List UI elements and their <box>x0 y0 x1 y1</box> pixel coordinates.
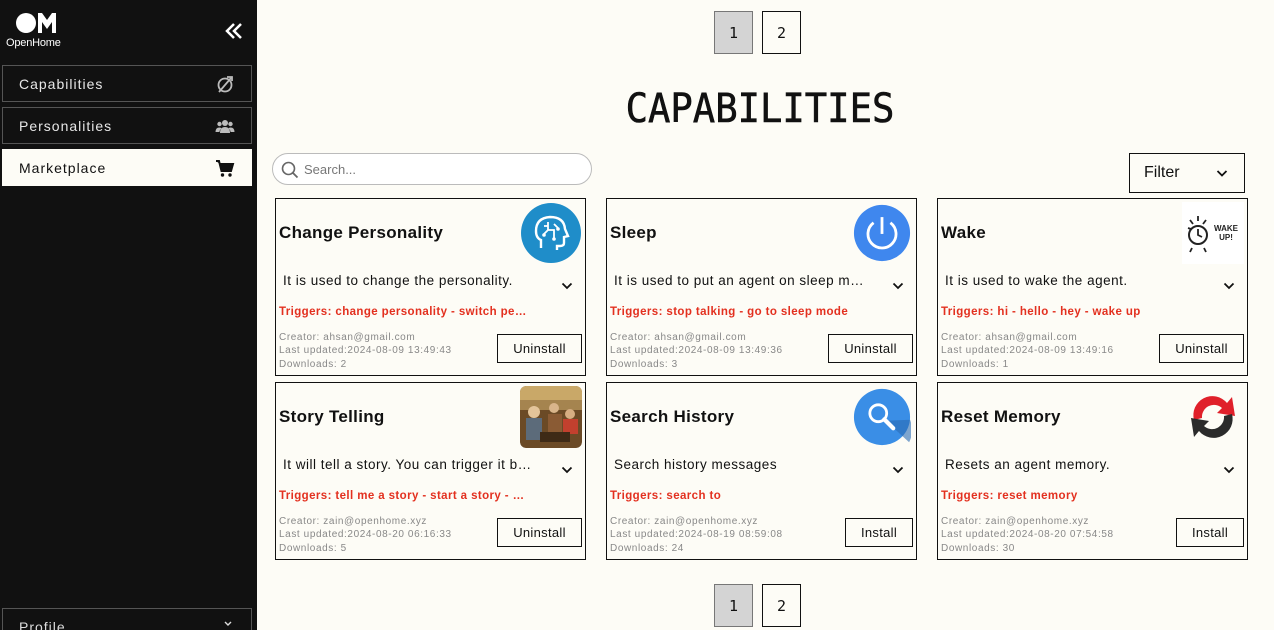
install-button[interactable]: Install <box>845 518 913 547</box>
page-button-2[interactable]: 2 <box>762 11 801 54</box>
card-description: Resets an agent memory. <box>945 457 1111 472</box>
install-button[interactable]: Install <box>1176 518 1244 547</box>
logo-text: OpenHome <box>6 37 61 49</box>
card-triggers: Triggers: tell me a story - start a stor… <box>279 490 529 502</box>
page-title-text: CAPABILITIES <box>625 86 895 133</box>
card-updated: Last updated:2024-08-20 07:54:58 <box>941 529 1114 540</box>
pagination-top: 1 2 <box>714 11 801 54</box>
card-title: Sleep <box>610 223 657 242</box>
filter-dropdown[interactable]: Filter <box>1129 153 1245 193</box>
openhome-logo-mark <box>16 13 56 33</box>
users-icon <box>215 120 235 133</box>
ai-head-icon <box>521 203 581 263</box>
card-updated: Last updated:2024-08-09 13:49:16 <box>941 345 1114 356</box>
sidebar-item-marketplace[interactable]: Marketplace <box>2 149 252 186</box>
card-downloads: Downloads: 24 <box>610 543 684 554</box>
card-updated: Last updated:2024-08-19 08:59:08 <box>610 529 783 540</box>
card-creator: Creator: zain@openhome.xyz <box>610 516 759 527</box>
page-button-1[interactable]: 1 <box>714 584 753 627</box>
card-description: It is used to change the personality. <box>283 273 513 288</box>
card-downloads: Downloads: 2 <box>279 359 347 370</box>
capability-card: Reset Memory Resets an agent memory. Tri… <box>937 382 1248 560</box>
card-creator: Creator: zain@openhome.xyz <box>279 516 428 527</box>
chevron-down-icon <box>1216 170 1228 177</box>
card-downloads: Downloads: 1 <box>941 359 1009 370</box>
sidebar-item-capabilities[interactable]: Capabilities <box>2 65 252 102</box>
chevron-down-icon[interactable] <box>561 465 573 475</box>
search-input[interactable] <box>304 159 579 179</box>
card-creator: Creator: ahsan@gmail.com <box>941 332 1078 343</box>
card-triggers: Triggers: hi - hello - hey - wake up <box>941 306 1141 318</box>
collapse-sidebar-icon[interactable] <box>222 20 246 42</box>
chevron-down-icon[interactable] <box>561 281 573 291</box>
card-title: Story Telling <box>279 407 385 426</box>
wake-up-icon: WAKE UP! <box>1182 202 1244 264</box>
pagination-bottom: 1 2 <box>714 584 801 627</box>
page-title: CAPABILITIES <box>574 86 946 133</box>
card-updated: Last updated:2024-08-09 13:49:36 <box>610 345 783 356</box>
card-downloads: Downloads: 3 <box>610 359 678 370</box>
reset-icon <box>1191 396 1235 438</box>
page-button-2[interactable]: 2 <box>762 584 801 627</box>
chevron-down-icon <box>224 621 232 626</box>
capability-card: Search History Search history messages T… <box>606 382 917 560</box>
chevron-down-icon[interactable] <box>892 281 904 291</box>
card-description: It is used to wake the agent. <box>945 273 1128 288</box>
search-bar <box>272 153 592 185</box>
page-button-1[interactable]: 1 <box>714 11 753 54</box>
sidebar-item-label: Personalities <box>19 117 113 134</box>
capabilities-icon <box>217 76 233 93</box>
card-triggers: Triggers: reset memory <box>941 490 1078 502</box>
chevron-down-icon[interactable] <box>892 465 904 475</box>
card-title: Search History <box>610 407 735 426</box>
uninstall-button[interactable]: Uninstall <box>497 518 582 547</box>
power-icon <box>853 204 911 262</box>
card-description: It is used to put an agent on sleep mode… <box>614 273 864 288</box>
card-triggers: Triggers: stop talking - go to sleep mod… <box>610 306 849 318</box>
chevron-down-icon[interactable] <box>1223 465 1235 475</box>
search-icon <box>281 161 299 179</box>
card-title: Change Personality <box>279 223 444 242</box>
capability-card: Change Personality It is used to change … <box>275 198 586 376</box>
uninstall-button[interactable]: Uninstall <box>497 334 582 363</box>
card-creator: Creator: zain@openhome.xyz <box>941 516 1090 527</box>
sidebar-item-label: Marketplace <box>19 159 107 176</box>
chevron-down-icon[interactable] <box>1223 281 1235 291</box>
card-description: Search history messages <box>614 457 778 472</box>
card-description: It will tell a story. You can trigger it… <box>283 457 533 472</box>
search-history-icon <box>853 388 911 446</box>
card-updated: Last updated:2024-08-09 13:49:43 <box>279 345 452 356</box>
capability-card: Wake WAKE UP! It is used to wake the age… <box>937 198 1248 376</box>
uninstall-button[interactable]: Uninstall <box>1159 334 1244 363</box>
profile-menu[interactable]: Profile <box>2 608 252 630</box>
sidebar: OpenHome Capabilities Personalities Mark… <box>0 0 257 630</box>
card-creator: Creator: ahsan@gmail.com <box>610 332 747 343</box>
card-downloads: Downloads: 5 <box>279 543 347 554</box>
sidebar-item-label: Capabilities <box>19 75 104 92</box>
capability-card: Sleep It is used to put an agent on slee… <box>606 198 917 376</box>
card-creator: Creator: ahsan@gmail.com <box>279 332 416 343</box>
uninstall-button[interactable]: Uninstall <box>828 334 913 363</box>
card-triggers: Triggers: search to <box>610 490 722 502</box>
wake-up-text: WAKE UP! <box>1214 224 1238 242</box>
openhome-logo[interactable]: OpenHome <box>6 12 68 52</box>
capability-card: Story Telling It will tell a story. You … <box>275 382 586 560</box>
card-title: Wake <box>941 223 986 242</box>
filter-label: Filter <box>1144 164 1180 181</box>
cart-icon <box>216 160 235 177</box>
profile-label: Profile <box>19 619 66 630</box>
storytelling-image <box>520 386 582 448</box>
sidebar-item-personalities[interactable]: Personalities <box>2 107 252 144</box>
card-triggers: Triggers: change personality - switch pe… <box>279 306 529 318</box>
card-updated: Last updated:2024-08-20 06:16:33 <box>279 529 452 540</box>
card-title: Reset Memory <box>941 407 1061 426</box>
card-downloads: Downloads: 30 <box>941 543 1015 554</box>
